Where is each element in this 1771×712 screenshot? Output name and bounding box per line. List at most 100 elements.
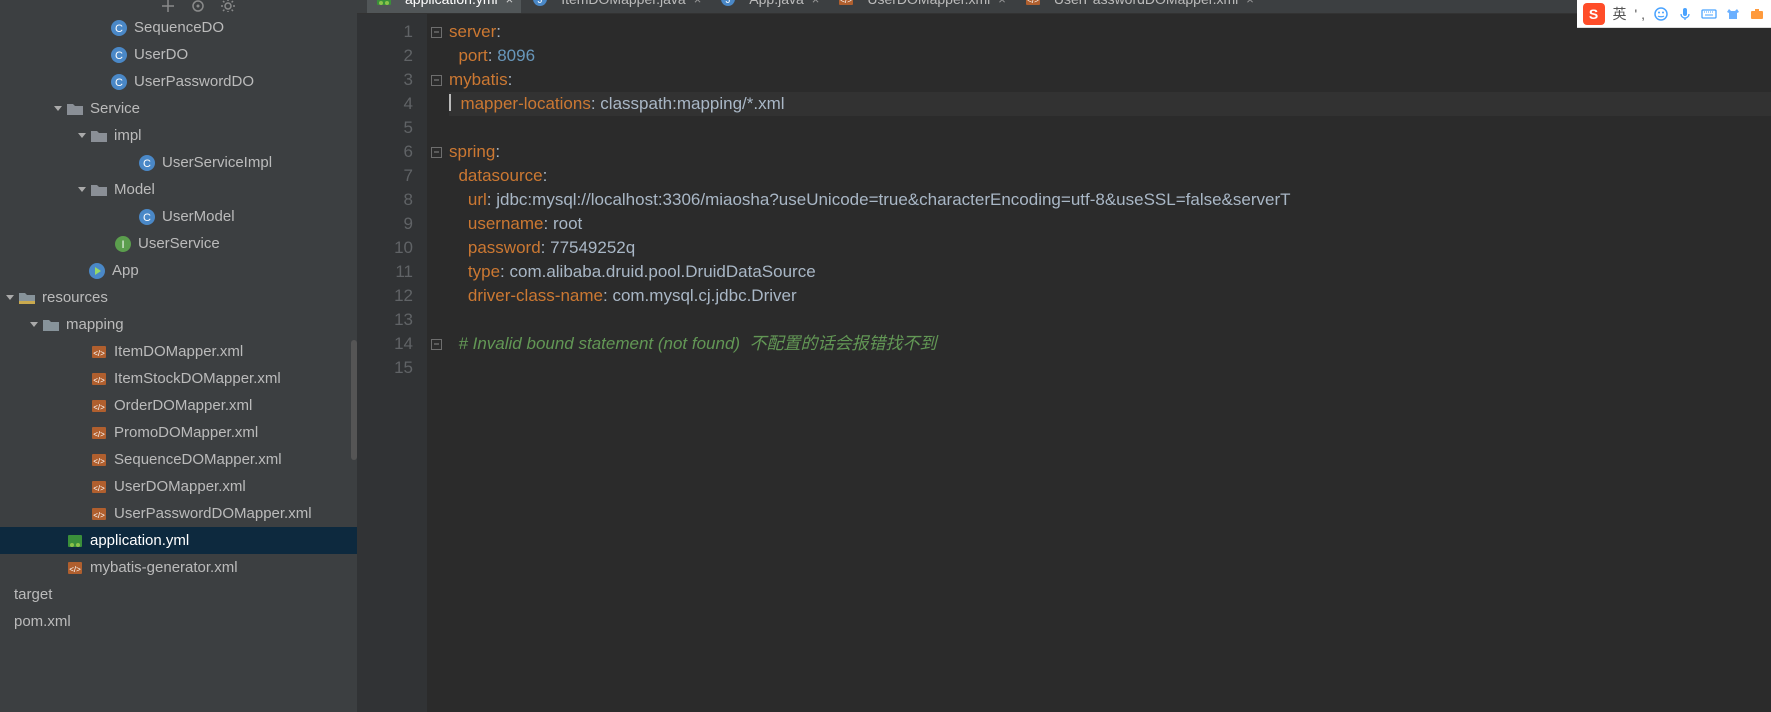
tree-item-label: impl xyxy=(114,127,142,144)
tree-item-itemdomapper-xml[interactable]: </>ItemDOMapper.xml xyxy=(0,338,357,365)
java-icon: J xyxy=(531,0,549,8)
xml-icon: </> xyxy=(1024,0,1042,8)
tree-item-model[interactable]: Model xyxy=(0,176,357,203)
fold-toggle-icon[interactable] xyxy=(431,339,442,350)
xml-icon: </> xyxy=(90,370,108,388)
xml-icon: </> xyxy=(90,424,108,442)
svg-text:C: C xyxy=(115,77,123,89)
locate-icon[interactable] xyxy=(190,0,206,12)
tab-itemdomapper-java[interactable]: J ItemDOMapper.java × xyxy=(523,0,709,13)
tree-item-label: target xyxy=(14,586,52,603)
close-icon[interactable]: × xyxy=(1246,0,1254,7)
ime-toolbox-icon[interactable] xyxy=(1749,6,1765,22)
expand-arrow-icon[interactable] xyxy=(28,320,40,330)
fold-toggle-icon[interactable] xyxy=(431,27,442,38)
xml-icon: </> xyxy=(90,505,108,523)
svg-text:C: C xyxy=(143,158,151,170)
fold-toggle-icon[interactable] xyxy=(431,147,442,158)
expand-arrow-icon[interactable] xyxy=(52,104,64,114)
tree-item-label: UserService xyxy=(138,235,220,252)
tab-userdomapper-xml[interactable]: </>UserDOMapper.xml× xyxy=(829,0,1014,13)
close-icon[interactable]: × xyxy=(506,0,514,7)
tab-label: UserPasswordDOMapper.xml xyxy=(1054,0,1238,7)
yml-icon xyxy=(375,0,393,8)
svg-text:</>: </> xyxy=(93,376,105,385)
svg-text:C: C xyxy=(143,212,151,224)
svg-text:</>: </> xyxy=(93,430,105,439)
class-icon: C xyxy=(110,19,128,37)
close-icon[interactable]: × xyxy=(812,0,820,7)
collapse-icon[interactable] xyxy=(160,0,176,12)
tree-item-label: UserPasswordDO xyxy=(134,73,254,90)
tree-item-userdomapper-xml[interactable]: </>UserDOMapper.xml xyxy=(0,473,357,500)
tree-item-label: SequenceDOMapper.xml xyxy=(114,451,282,468)
class-icon: C xyxy=(110,73,128,91)
svg-text:C: C xyxy=(115,50,123,62)
expand-arrow-icon[interactable] xyxy=(76,131,88,141)
ime-status-bar[interactable]: S 英 ' , xyxy=(1577,0,1771,28)
resdir-icon xyxy=(18,289,36,307)
svg-text:I: I xyxy=(121,239,124,251)
expand-arrow-icon[interactable] xyxy=(4,293,16,303)
xml-icon: </> xyxy=(90,343,108,361)
project-tree-panel: CSequenceDOCUserDOCUserPasswordDOService… xyxy=(0,0,357,712)
tree-item-app[interactable]: App xyxy=(0,257,357,284)
xml-icon: </> xyxy=(90,397,108,415)
close-icon[interactable]: × xyxy=(998,0,1006,7)
class-icon: C xyxy=(138,208,156,226)
tree-item-label: UserDO xyxy=(134,46,188,63)
scrollbar-thumb[interactable] xyxy=(351,340,357,460)
tree-item-label: UserPasswordDOMapper.xml xyxy=(114,505,312,522)
tree-item-impl[interactable]: impl xyxy=(0,122,357,149)
tab-app-java[interactable]: JApp.java× xyxy=(711,0,827,13)
xml-icon: </> xyxy=(837,0,855,8)
tree-item-label: mybatis-generator.xml xyxy=(90,559,238,576)
tree-item-sequencedomapper-xml[interactable]: </>SequenceDOMapper.xml xyxy=(0,446,357,473)
close-icon[interactable]: × xyxy=(694,0,702,7)
xml-icon: </> xyxy=(90,478,108,496)
tree-item-mybatis-generator-xml[interactable]: </> mybatis-generator.xml xyxy=(0,554,357,581)
tree-item-pom-xml[interactable]: pom.xml xyxy=(0,608,357,635)
ime-lang[interactable]: 英 xyxy=(1613,4,1627,24)
svg-text:</>: </> xyxy=(841,0,853,5)
tree-item-promodomapper-xml[interactable]: </> PromoDOMapper.xml xyxy=(0,419,357,446)
project-toolbar xyxy=(0,0,357,12)
pkg-icon xyxy=(90,181,108,199)
ime-smile-icon[interactable] xyxy=(1653,6,1669,22)
xml-icon: </> xyxy=(66,559,84,577)
ime-punct[interactable]: ' , xyxy=(1635,6,1645,22)
svg-text:J: J xyxy=(538,0,543,6)
ime-mic-icon[interactable] xyxy=(1677,6,1693,22)
tree-item-mapping[interactable]: mapping xyxy=(0,311,357,338)
dir-icon xyxy=(42,316,60,334)
tree-item-userdo[interactable]: C UserDO xyxy=(0,41,357,68)
tab-label: application.yml xyxy=(405,0,498,7)
tab-label: ItemDOMapper.java xyxy=(561,0,686,7)
code-editor[interactable]: server: port: 8096mybatis: mapper-locati… xyxy=(445,14,1771,712)
tree-item-target[interactable]: target xyxy=(0,581,357,608)
tree-item-itemstockdomapper-xml[interactable]: </>ItemStockDOMapper.xml xyxy=(0,365,357,392)
settings-icon[interactable] xyxy=(220,0,236,12)
tree-item-userpassworddo[interactable]: C UserPasswordDO xyxy=(0,68,357,95)
tree-item-application-yml[interactable]: application.yml xyxy=(0,527,357,554)
sogou-logo-icon: S xyxy=(1583,3,1605,25)
tree-item-service[interactable]: Service xyxy=(0,95,357,122)
ime-keyboard-icon[interactable] xyxy=(1701,6,1717,22)
tree-item-usermodel[interactable]: CUserModel xyxy=(0,203,357,230)
tree-item-userserviceimpl[interactable]: C UserServiceImpl xyxy=(0,149,357,176)
tab-label: App.java xyxy=(749,0,803,7)
tree-item-label: PromoDOMapper.xml xyxy=(114,424,258,441)
ime-skin-icon[interactable] xyxy=(1725,6,1741,22)
tree-item-userpassworddomapper-xml[interactable]: </> UserPasswordDOMapper.xml xyxy=(0,500,357,527)
tab-application-yml[interactable]: application.yml × xyxy=(367,0,521,13)
class-icon: C xyxy=(138,154,156,172)
class-icon: C xyxy=(110,46,128,64)
tree-item-sequencedo[interactable]: CSequenceDO xyxy=(0,14,357,41)
tab-userpassworddomapper-xml[interactable]: </> UserPasswordDOMapper.xml × xyxy=(1016,0,1262,13)
tree-item-resources[interactable]: resources xyxy=(0,284,357,311)
tree-item-orderdomapper-xml[interactable]: </>OrderDOMapper.xml xyxy=(0,392,357,419)
tree-item-userservice[interactable]: I UserService xyxy=(0,230,357,257)
fold-toggle-icon[interactable] xyxy=(431,75,442,86)
expand-arrow-icon[interactable] xyxy=(76,185,88,195)
tree-item-label: UserServiceImpl xyxy=(162,154,272,171)
